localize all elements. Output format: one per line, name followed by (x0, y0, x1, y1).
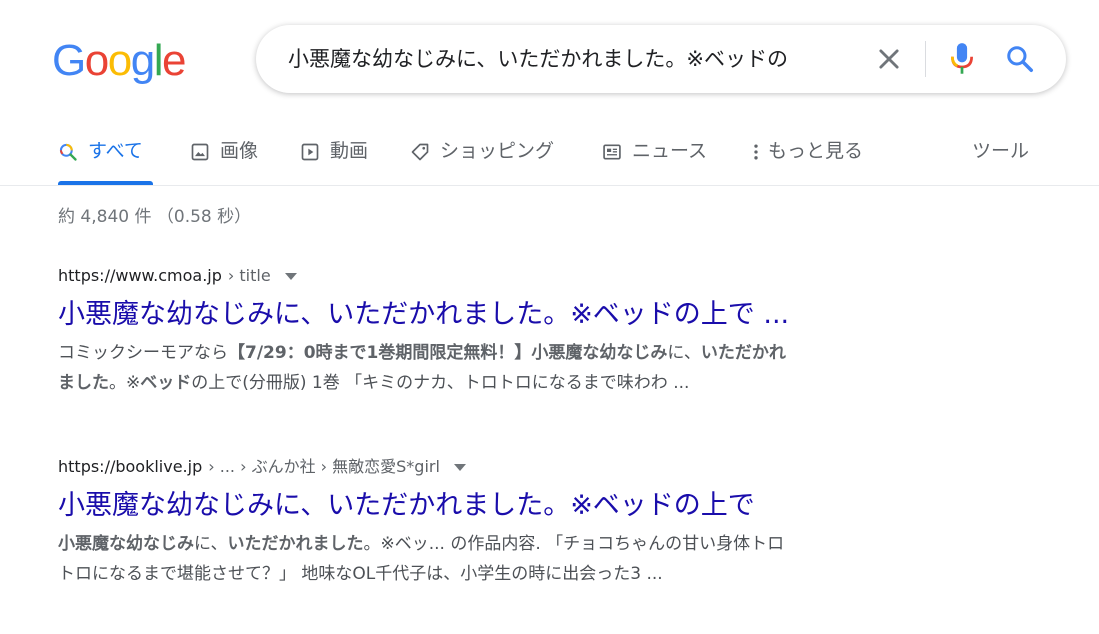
result-url[interactable]: https://www.cmoa.jp › title (58, 264, 958, 288)
result-snippet: コミックシーモアなら【7/29：0時まで1巻期間限定無料！】小悪魔な幼なじみに、… (58, 338, 958, 398)
result-title-link[interactable]: 小悪魔な幼なじみに、いただかれました。※ベッドの上で (58, 487, 958, 525)
result-snippet: 小悪魔な幼なじみに、いただかれました。※ベッ... の作品内容. 「チョコちゃん… (58, 529, 958, 589)
logo-letter: l (153, 36, 164, 85)
tab-label: 画像 (220, 140, 259, 162)
result-title-link[interactable]: 小悪魔な幼なじみに、いただかれました。※ベッドの上で ... (58, 296, 958, 334)
search-result: https://www.cmoa.jp › title 小悪魔な幼なじみに、いた… (58, 264, 958, 398)
snippet-line: 小悪魔な幼なじみに、いただかれました。※ベッ... の作品内容. 「チョコちゃん… (58, 529, 958, 559)
search-box-divider (925, 41, 926, 77)
tag-icon (411, 143, 429, 161)
snippet-text: に、 (194, 534, 228, 554)
search-input[interactable]: 小悪魔な幼なじみに、いただかれました。※ベッドの (288, 25, 858, 93)
snippet-highlight: ました (58, 373, 109, 393)
snippet-text: 。※ベッ... の作品内容. 「チョコちゃんの甘い身体トロ (363, 534, 785, 554)
search-tabs: すべて 画像 動画 ショッピング ニュース もっと見る ツール (0, 130, 1099, 186)
result-url[interactable]: https://booklive.jp › ... › ぶんか社 › 無敵恋愛S… (58, 455, 958, 479)
snippet-line: ました。※ベッドの上で(分冊版) 1巻 「キミのナカ、トロトロになるまで味わわ … (58, 368, 958, 398)
snippet-highlight: 【7/29：0時まで1巻期間限定無料！】小悪魔な幼なじみ (228, 343, 668, 363)
tab-label: すべて (88, 140, 143, 162)
logo-letter: G (52, 36, 86, 85)
result-breadcrumb: › title (227, 266, 271, 285)
tab-news[interactable]: ニュース (602, 138, 707, 184)
google-logo[interactable]: Google (52, 36, 186, 86)
tab-label: ニュース (632, 140, 708, 162)
result-stats: 約 4,840 件 （0.58 秒） (58, 207, 252, 227)
tools-label: ツール (972, 140, 1030, 162)
video-icon (301, 143, 319, 161)
snippet-text: に、 (667, 343, 701, 363)
tools-button[interactable]: ツール (972, 138, 1029, 184)
logo-letter: o (107, 36, 132, 85)
snippet-text: 。※ (109, 373, 141, 393)
tab-more[interactable]: もっと見る (752, 138, 863, 184)
search-results-page: Google 小悪魔な幼なじみに、いただかれました。※ベッドの すべて 画像 動… (0, 0, 1099, 634)
tab-images[interactable]: 画像 (190, 138, 258, 184)
search-icon[interactable] (1005, 44, 1035, 74)
result-breadcrumb: › ... › ぶんか社 › 無敵恋愛S*girl (208, 457, 440, 476)
tab-label: ショッピング (440, 140, 555, 162)
tab-label: 動画 (330, 140, 369, 162)
mic-icon[interactable] (948, 42, 976, 76)
caret-down-icon[interactable] (453, 463, 466, 471)
active-tab-indicator (58, 181, 153, 185)
tab-label: もっと見る (768, 140, 864, 162)
tab-all[interactable]: すべて (58, 138, 143, 184)
logo-letter: e (161, 36, 186, 85)
logo-letter: g (130, 36, 155, 85)
snippet-line: コミックシーモアなら【7/29：0時まで1巻期間限定無料！】小悪魔な幼なじみに、… (58, 338, 958, 368)
snippet-highlight: 小悪魔な幼なじみ (58, 534, 194, 554)
search-icon (59, 143, 77, 161)
snippet-text: トロになるまで堪能させて？」 地味なOL千代子は、小学生の時に出会った3 ... (58, 564, 663, 584)
snippet-line: トロになるまで堪能させて？」 地味なOL千代子は、小学生の時に出会った3 ... (58, 559, 958, 589)
close-icon[interactable] (875, 45, 903, 73)
snippet-highlight: いただかれました (227, 534, 364, 554)
search-result: https://booklive.jp › ... › ぶんか社 › 無敵恋愛S… (58, 455, 958, 589)
image-icon (191, 143, 209, 161)
snippet-text: の上で(分冊版) 1巻 「キミのナカ、トロトロになるまで味わわ ... (191, 373, 690, 393)
snippet-highlight: いただかれ (700, 343, 786, 363)
news-icon (603, 144, 621, 160)
tab-shopping[interactable]: ショッピング (410, 138, 554, 184)
result-domain: https://www.cmoa.jp (58, 266, 222, 285)
logo-letter: o (84, 36, 109, 85)
search-box[interactable]: 小悪魔な幼なじみに、いただかれました。※ベッドの (256, 25, 1066, 93)
snippet-text: コミックシーモアなら (58, 343, 228, 363)
more-vert-icon (754, 144, 758, 160)
tab-videos[interactable]: 動画 (300, 138, 368, 184)
caret-down-icon[interactable] (284, 272, 297, 280)
result-domain: https://booklive.jp (58, 457, 203, 476)
snippet-highlight: ベッド (140, 373, 192, 393)
